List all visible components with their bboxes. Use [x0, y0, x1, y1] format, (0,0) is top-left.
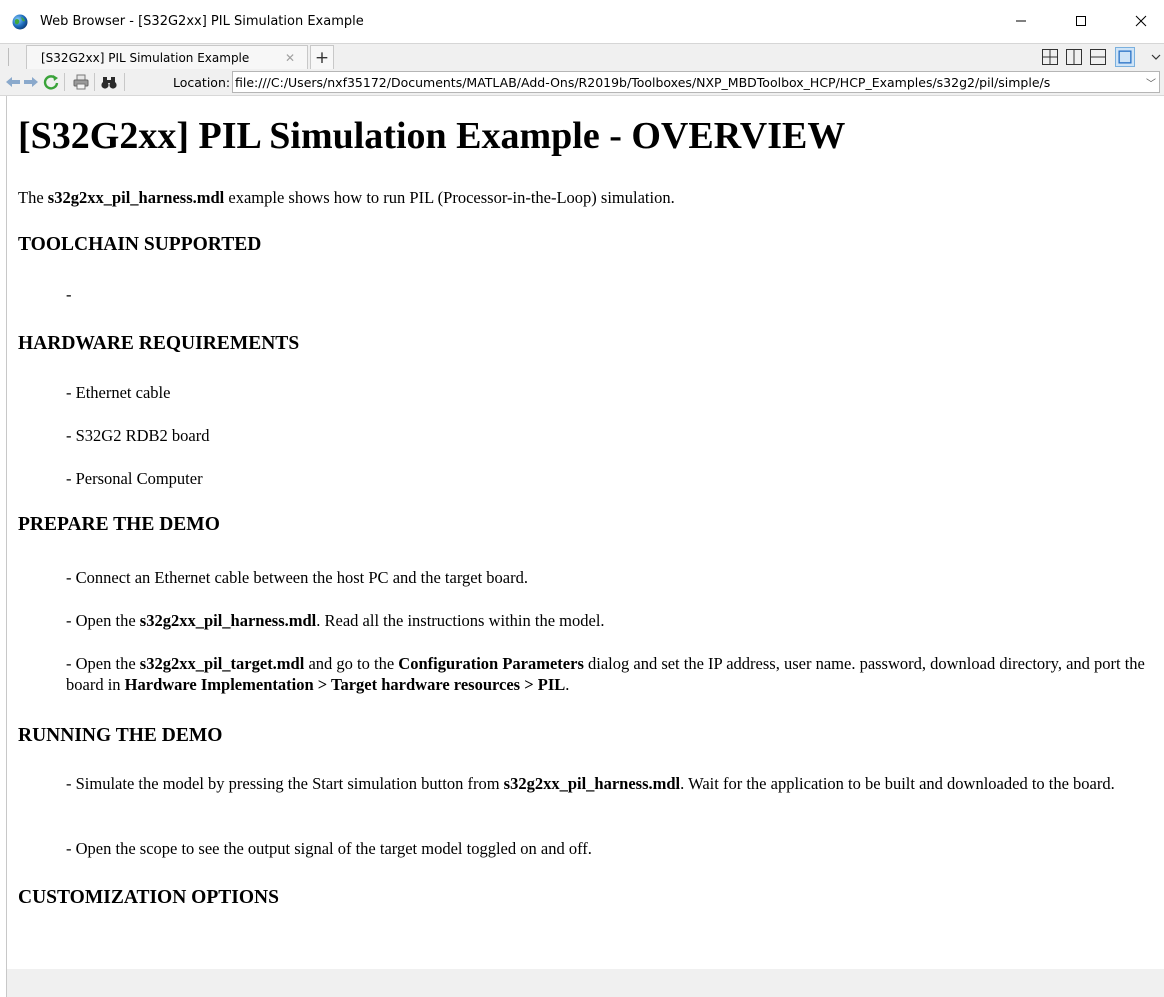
tab-close-icon[interactable]: ✕: [285, 51, 295, 65]
print-icon[interactable]: [72, 73, 90, 91]
page-content: [S32G2xx] PIL Simulation Example - OVERV…: [6, 96, 1164, 969]
running-step1-model: s32g2xx_pil_harness.mdl: [503, 774, 681, 793]
location-dropdown-icon[interactable]: ﹀: [1146, 75, 1156, 90]
running-step1-pre: - Simulate the model by pressing the Sta…: [66, 774, 504, 793]
tile-horizontal-icon[interactable]: [1088, 47, 1108, 67]
title-bar: Web Browser - [S32G2xx] PIL Simulation E…: [0, 0, 1164, 43]
running-step: - Open the scope to see the output signa…: [66, 839, 592, 858]
prepare-step: - Open the s32g2xx_pil_harness.mdl. Read…: [66, 610, 1156, 631]
prepare-step2-post: . Read all the instructions within the m…: [316, 611, 605, 630]
prepare-step: - Open the s32g2xx_pil_target.mdl and go…: [66, 653, 1156, 695]
intro-pre: The: [18, 188, 48, 207]
hardware-item: - S32G2 RDB2 board: [66, 426, 210, 445]
location-label: Location:: [173, 75, 231, 90]
tab-pil-simulation-example[interactable]: [S32G2xx] PIL Simulation Example ✕: [26, 45, 308, 70]
new-tab-button[interactable]: +: [310, 45, 334, 70]
hardware-item: - Ethernet cable: [66, 383, 171, 402]
close-button[interactable]: [1118, 6, 1164, 36]
prepare-step3-mid: and go to the: [304, 654, 399, 673]
heading-customization-options: CUSTOMIZATION OPTIONS: [18, 887, 279, 908]
toolbar-separator: [94, 73, 95, 91]
minimize-icon: [1016, 20, 1026, 22]
prepare-step3-pre: - Open the: [66, 654, 140, 673]
heading-toolchain-supported: TOOLCHAIN SUPPORTED: [18, 234, 262, 255]
minimize-button[interactable]: [998, 6, 1044, 36]
running-step: - Simulate the model by pressing the Sta…: [66, 773, 1156, 794]
toolchain-item: -: [66, 285, 72, 304]
prepare-step3-model: s32g2xx_pil_target.mdl: [139, 654, 305, 673]
window-title: Web Browser - [S32G2xx] PIL Simulation E…: [40, 14, 364, 29]
overflow-arrow-icon[interactable]: [1148, 47, 1162, 67]
navigation-toolbar: Location: file:///C:/Users/nxf35172/Docu…: [0, 69, 1164, 96]
tab-strip: [S32G2xx] PIL Simulation Example ✕ +: [0, 43, 1164, 70]
intro-post: example shows how to run PIL (Processor-…: [224, 188, 675, 207]
tab-strip-edge: [8, 48, 9, 66]
back-arrow-icon[interactable]: [4, 73, 22, 91]
single-view-icon[interactable]: [1115, 47, 1135, 67]
location-input[interactable]: file:///C:/Users/nxf35172/Documents/MATL…: [232, 71, 1160, 93]
heading-running-the-demo: RUNNING THE DEMO: [18, 725, 223, 746]
prepare-step: - Connect an Ethernet cable between the …: [66, 568, 528, 587]
toolbar-separator: [64, 73, 65, 91]
forward-arrow-icon[interactable]: [22, 73, 40, 91]
prepare-step3-path: Hardware Implementation > Target hardwar…: [124, 675, 566, 694]
toolbar-separator: [124, 73, 125, 91]
tile-vertical-icon[interactable]: [1064, 47, 1084, 67]
prepare-step2-model: s32g2xx_pil_harness.mdl: [139, 611, 317, 630]
globe-icon: [12, 14, 28, 30]
prepare-step3-dialog: Configuration Parameters: [398, 654, 584, 673]
intro-paragraph: The s32g2xx_pil_harness.mdl example show…: [18, 187, 675, 208]
intro-model-name: s32g2xx_pil_harness.mdl: [47, 188, 225, 207]
hardware-item: - Personal Computer: [66, 469, 203, 488]
refresh-icon[interactable]: [42, 73, 60, 91]
heading-hardware-requirements: HARDWARE REQUIREMENTS: [18, 333, 300, 354]
status-bar: [6, 969, 1164, 997]
find-binoculars-icon[interactable]: [100, 73, 118, 91]
prepare-step2-pre: - Open the: [66, 611, 140, 630]
maximize-icon: [1076, 16, 1086, 26]
prepare-step3-end: .: [565, 675, 570, 694]
running-step1-post: . Wait for the application to be built a…: [680, 774, 1115, 793]
page-title: [S32G2xx] PIL Simulation Example - OVERV…: [18, 115, 846, 157]
close-icon: [1135, 15, 1147, 27]
tab-label: [S32G2xx] PIL Simulation Example: [41, 51, 250, 65]
maximize-button[interactable]: [1058, 6, 1104, 36]
heading-prepare-the-demo: PREPARE THE DEMO: [18, 514, 220, 535]
tile-grid-icon[interactable]: [1040, 47, 1060, 67]
